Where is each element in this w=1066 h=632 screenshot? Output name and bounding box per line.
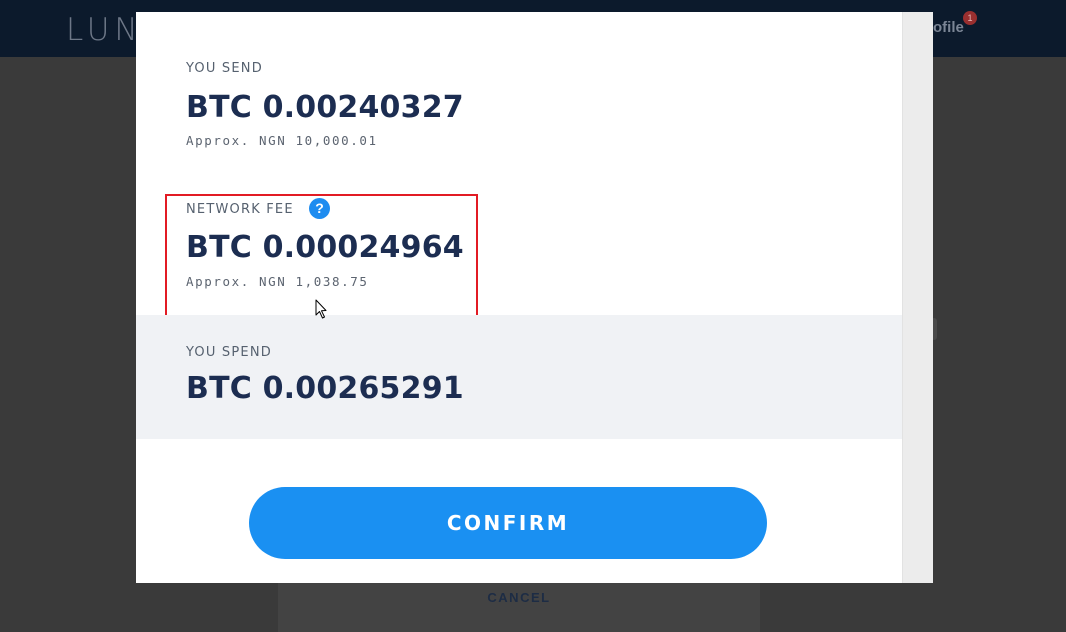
confirm-button[interactable]: CONFIRM <box>249 487 767 559</box>
notification-badge: 1 <box>963 11 977 25</box>
you-send-label: YOU SEND <box>186 61 263 76</box>
confirm-transaction-modal: YOU SEND BTC 0.00240327 Approx. NGN 10,0… <box>136 12 933 583</box>
profile-link[interactable]: ofile <box>933 19 964 36</box>
mouse-pointer-icon <box>315 299 327 319</box>
you-spend-label: YOU SPEND <box>186 345 272 360</box>
question-circle-icon[interactable]: ? <box>309 198 330 219</box>
network-fee-label: NETWORK FEE <box>186 202 294 217</box>
app-logo[interactable]: LUN <box>66 12 143 48</box>
network-fee-section: NETWORK FEE ? BTC 0.00024964 Approx. NGN… <box>136 172 902 319</box>
you-send-section: YOU SEND BTC 0.00240327 Approx. NGN 10,0… <box>136 12 902 172</box>
you-send-approx: Approx. NGN 10,000.01 <box>186 133 378 148</box>
cancel-button[interactable]: CANCEL <box>278 590 760 605</box>
you-send-amount: BTC 0.00240327 <box>186 90 464 125</box>
modal-scrollbar[interactable] <box>902 12 933 583</box>
network-fee-approx: Approx. NGN 1,038.75 <box>186 274 369 289</box>
you-spend-section: YOU SPEND BTC 0.00265291 <box>136 315 902 439</box>
network-fee-amount: BTC 0.00024964 <box>186 230 464 265</box>
you-spend-amount: BTC 0.00265291 <box>186 371 464 406</box>
